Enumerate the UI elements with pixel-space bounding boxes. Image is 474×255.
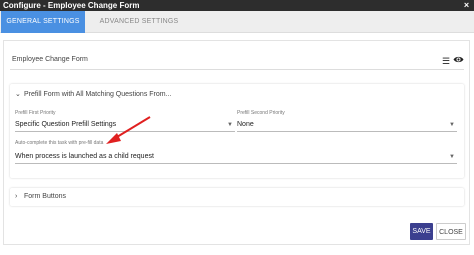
caret-down-icon: ▼ — [227, 122, 233, 128]
caret-down-icon: ▼ — [449, 122, 455, 128]
form-buttons-header[interactable]: › Form Buttons — [10, 188, 464, 206]
prefill-section-title: Prefill Form with All Matching Questions… — [24, 91, 172, 98]
autocomplete-value: When process is launched as a child requ… — [15, 153, 154, 160]
first-priority-label: Prefill First Priority — [15, 110, 56, 116]
save-button[interactable]: SAVE — [410, 223, 433, 240]
first-priority-select[interactable]: Specific Question Prefill Settings ▼ — [15, 118, 235, 132]
prefill-section-header[interactable]: ⌄ Prefill Form with All Matching Questio… — [10, 84, 464, 106]
tab-advanced-settings[interactable]: ADVANCED SETTINGS — [92, 11, 186, 33]
tab-general-settings[interactable]: GENERAL SETTINGS — [1, 11, 85, 33]
second-priority-label: Prefill Second Priority — [237, 110, 285, 116]
title-divider — [10, 69, 464, 70]
form-title: Employee Change Form — [12, 56, 88, 63]
tab-bar: GENERAL SETTINGS ADVANCED SETTINGS — [0, 11, 474, 33]
eye-icon[interactable] — [453, 55, 464, 64]
prefill-section: ⌄ Prefill Form with All Matching Questio… — [10, 84, 464, 178]
caret-down-icon: ▼ — [449, 154, 455, 160]
close-button[interactable]: CLOSE — [436, 223, 466, 240]
form-buttons-title: Form Buttons — [24, 193, 67, 200]
second-priority-select[interactable]: None ▼ — [237, 118, 457, 132]
second-priority-value: None — [237, 121, 254, 128]
first-priority-value: Specific Question Prefill Settings — [15, 121, 117, 128]
form-buttons-section: › Form Buttons — [10, 188, 464, 206]
autocomplete-select[interactable]: When process is launched as a child requ… — [15, 150, 457, 164]
window-title: Configure - Employee Change Form — [3, 1, 140, 10]
window-titlebar: Configure - Employee Change Form × — [0, 0, 474, 11]
chevron-right-icon: › — [15, 193, 18, 200]
autocomplete-label: Auto-complete this task with pre-fill da… — [15, 140, 104, 146]
chevron-down-icon: ⌄ — [15, 91, 21, 98]
list-icon[interactable]: ☰ — [442, 56, 450, 67]
close-icon[interactable]: × — [462, 0, 471, 11]
